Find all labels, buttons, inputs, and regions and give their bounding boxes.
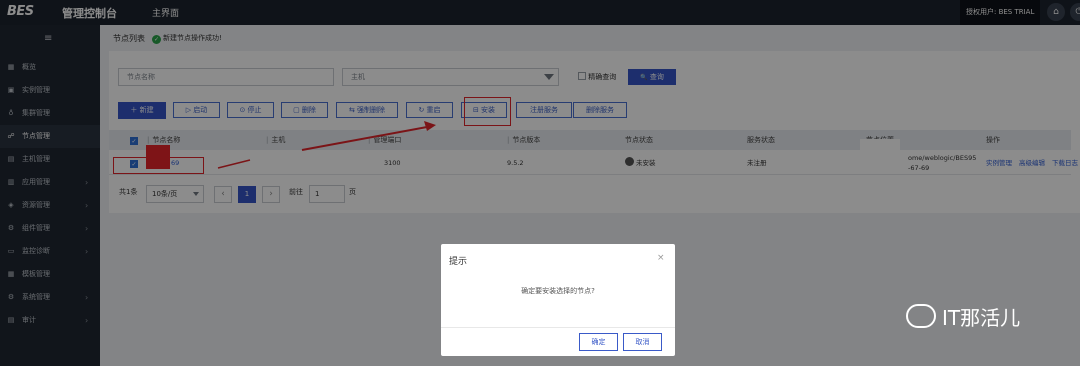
confirm-button[interactable]: 确定 bbox=[579, 333, 618, 351]
wechat-icon bbox=[906, 304, 936, 328]
cancel-button[interactable]: 取消 bbox=[623, 333, 662, 351]
confirm-dialog: 提示 × 确定要安装选择的节点? 确定 取消 bbox=[441, 244, 675, 356]
close-icon[interactable]: × bbox=[657, 253, 665, 263]
dialog-message: 确定要安装选择的节点? bbox=[521, 287, 595, 295]
dialog-divider bbox=[441, 327, 675, 328]
watermark-text: IT那活儿 bbox=[942, 306, 1021, 330]
dialog-title: 提示 bbox=[449, 257, 468, 267]
